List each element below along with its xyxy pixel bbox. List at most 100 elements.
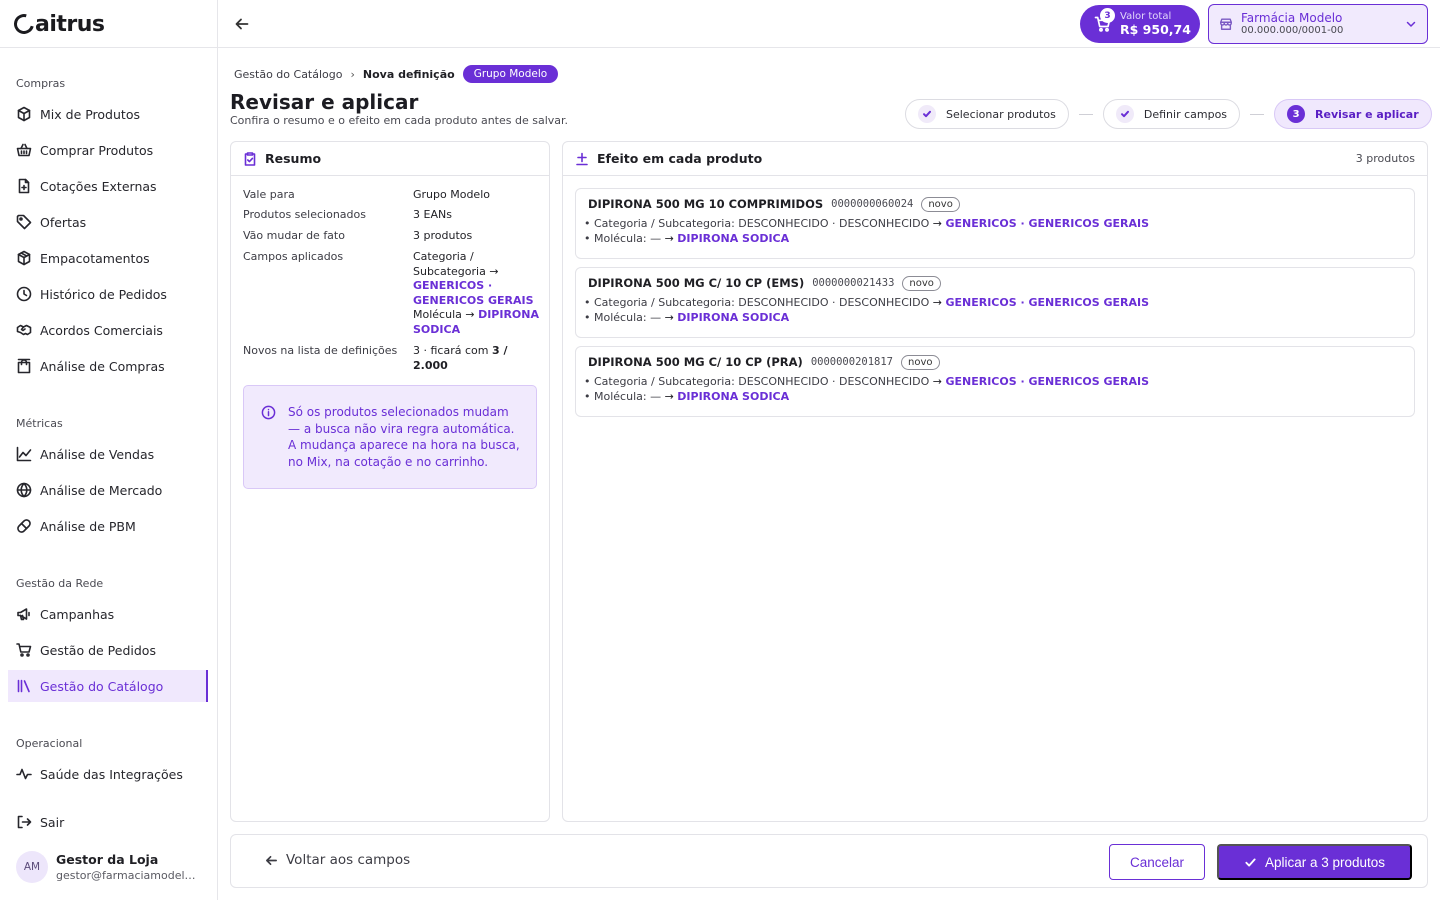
- product-card: DIPIRONA 500 MG 10 COMPRIMIDOS 000000006…: [575, 188, 1415, 259]
- field-category-label: Categoria / Subcategoria →: [413, 250, 499, 278]
- summary-key: Novos na lista de definições: [243, 344, 398, 357]
- logo-text: aitrus: [35, 11, 105, 37]
- user-profile[interactable]: AM Gestor da Loja gestor@farmaciamodelo.…: [16, 851, 198, 883]
- category-new: GENERICOS · GENERICOS GERAIS: [945, 296, 1150, 309]
- breadcrumb: Gestão do Catálogo › Nova definição Grup…: [234, 64, 559, 84]
- sidebar-item-label: Gestão de Pedidos: [40, 642, 156, 658]
- back-button[interactable]: [232, 14, 252, 34]
- summary-row-vao-mudar: Vão mudar de fato 3 produtos: [243, 229, 539, 244]
- sidebar-item-saude-das-integracoes[interactable]: Saúde das Integrações: [8, 758, 208, 790]
- sidebar-item-label: Saúde das Integrações: [40, 766, 183, 782]
- back-to-fields-label: Voltar aos campos: [286, 852, 411, 868]
- step-number: 3: [1287, 105, 1306, 123]
- logo-mark-icon: [10, 10, 38, 38]
- back-to-fields-button[interactable]: Voltar aos campos: [265, 852, 410, 868]
- topbar: 3 Valor total R$ 950,74 Farmácia Modelo …: [218, 0, 1440, 48]
- aitrus-logo[interactable]: aitrus: [10, 10, 105, 38]
- sidebar-item-label: Comprar Produtos: [40, 142, 154, 158]
- step-label: Definir campos: [1143, 107, 1228, 121]
- arrow-right-icon: →: [932, 375, 942, 388]
- breadcrumb-current: Nova definição: [362, 67, 455, 81]
- sidebar-item-comprar-produtos[interactable]: Comprar Produtos: [8, 134, 208, 166]
- sidebar-item-campanhas[interactable]: Campanhas: [8, 598, 208, 630]
- arrow-right-icon: →: [932, 296, 942, 309]
- info-notice: Só os produtos selecionados mudam — a bu…: [243, 385, 537, 489]
- apply-button[interactable]: Aplicar a 3 produtos: [1217, 844, 1412, 880]
- breadcrumb-parent[interactable]: Gestão do Catálogo: [234, 68, 343, 81]
- step-label: Selecionar produtos: [946, 107, 1056, 121]
- summary-value: 3 produtos: [413, 229, 473, 242]
- sidebar-item-mix-de-produtos[interactable]: Mix de Produtos: [8, 98, 208, 130]
- sidebar-item-label: Gestão do Catálogo: [40, 678, 164, 694]
- action-footer: Voltar aos campos Cancelar Aplicar a 3 p…: [230, 834, 1428, 888]
- check-icon: [1245, 858, 1256, 866]
- molecule-new: DIPIRONA SODICA: [677, 390, 790, 403]
- cart-icon: [16, 642, 32, 658]
- basket-icon: [16, 142, 32, 158]
- store-selector[interactable]: Farmácia Modelo 00.000.000/0001-00: [1208, 4, 1428, 44]
- sidebar-item-label: Análise de Vendas: [40, 446, 155, 462]
- summary-key: Campos aplicados: [243, 250, 344, 263]
- group-pill: Grupo Modelo: [462, 65, 559, 83]
- activity-icon: [16, 766, 32, 782]
- sidebar-item-analise-de-compras[interactable]: Análise de Compras: [8, 350, 208, 382]
- category-new: GENERICOS · GENERICOS GERAIS: [945, 375, 1150, 388]
- product-ean: 0000000060024: [831, 198, 914, 210]
- page-subtitle: Confira o resumo e o efeito em cada prod…: [230, 114, 569, 127]
- user-email: gestor@farmaciamodelo.com.br: [56, 869, 198, 882]
- summary-value: Categoria / Subcategoria → GENERICOS · G…: [413, 250, 539, 337]
- apply-label: Aplicar a 3 produtos: [1264, 854, 1386, 870]
- store-name: Farmácia Modelo: [1241, 10, 1343, 25]
- product-card: DIPIRONA 500 MG C/ 10 CP (EMS) 000000002…: [575, 267, 1415, 338]
- cart-count-badge: 3: [1100, 8, 1115, 23]
- arrow-left-icon: [266, 855, 277, 865]
- effect-panel: Efeito em cada produto 3 produtos DIPIRO…: [562, 141, 1428, 822]
- cancel-button[interactable]: Cancelar: [1109, 844, 1205, 880]
- effect-count: 3 produtos: [1355, 152, 1415, 165]
- logout-icon: [16, 814, 32, 830]
- product-status-badge: novo: [901, 354, 940, 370]
- product-category-change: Categoria / Subcategoria: DESCONHECIDO ·…: [584, 217, 1402, 230]
- summary-key: Vão mudar de fato: [243, 229, 345, 242]
- category-new: GENERICOS · GENERICOS GERAIS: [945, 217, 1150, 230]
- category-old: Categoria / Subcategoria: DESCONHECIDO ·…: [594, 296, 930, 309]
- sidebar-item-label: Acordos Comerciais: [40, 322, 163, 338]
- clock-icon: [16, 286, 32, 302]
- sidebar-item-cotacoes-externas[interactable]: Cotações Externas: [8, 170, 208, 202]
- avatar: AM: [16, 851, 48, 883]
- sidebar-item-empacotamentos[interactable]: Empacotamentos: [8, 242, 208, 274]
- sidebar-item-label: Ofertas: [40, 214, 87, 230]
- sidebar-item-sair[interactable]: Sair: [8, 806, 208, 838]
- sidebar-item-label: Sair: [40, 814, 65, 830]
- cart-total-label: Valor total: [1120, 11, 1172, 23]
- arrow-right-icon: →: [932, 217, 942, 230]
- sidebar-item-gestao-do-catalogo[interactable]: Gestão do Catálogo: [8, 670, 208, 702]
- sidebar-item-analise-de-vendas[interactable]: Análise de Vendas: [8, 438, 208, 470]
- product-card: DIPIRONA 500 MG C/ 10 CP (PRA) 000000020…: [575, 346, 1415, 417]
- sidebar-item-acordos-comerciais[interactable]: Acordos Comerciais: [8, 314, 208, 346]
- chevron-down-icon: [1405, 18, 1417, 33]
- sidebar-item-gestao-de-pedidos[interactable]: Gestão de Pedidos: [8, 634, 208, 666]
- product-status-badge: novo: [902, 275, 941, 291]
- sidebar-item-label: Cotações Externas: [40, 178, 157, 194]
- product-category-change: Categoria / Subcategoria: DESCONHECIDO ·…: [584, 375, 1402, 388]
- product-name: DIPIRONA 500 MG 10 COMPRIMIDOS: [588, 197, 824, 211]
- product-name: DIPIRONA 500 MG C/ 10 CP (EMS): [588, 276, 805, 290]
- arrow-right-icon: →: [664, 232, 674, 245]
- step-definir-campos[interactable]: Definir campos: [1102, 99, 1241, 129]
- step-selecionar-produtos[interactable]: Selecionar produtos: [905, 99, 1069, 129]
- product-molecule-change: Molécula: — → DIPIRONA SODICA: [584, 390, 1402, 403]
- step-revisar-e-aplicar[interactable]: 3 Revisar e aplicar: [1274, 99, 1432, 129]
- cart-button[interactable]: 3 Valor total R$ 950,74: [1080, 5, 1200, 43]
- sidebar-item-analise-de-pbm[interactable]: Análise de PBM: [8, 510, 208, 542]
- pill-icon: [16, 518, 32, 534]
- sidebar-item-historico-de-pedidos[interactable]: Histórico de Pedidos: [8, 278, 208, 310]
- section-label-operacional: Operacional: [16, 737, 83, 750]
- sidebar-item-ofertas[interactable]: Ofertas: [8, 206, 208, 238]
- section-label-compras: Compras: [16, 77, 66, 90]
- globe-icon: [16, 482, 32, 498]
- sidebar-item-label: Mix de Produtos: [40, 106, 140, 122]
- product-molecule-change: Molécula: — → DIPIRONA SODICA: [584, 232, 1402, 245]
- box-icon: [16, 106, 32, 122]
- sidebar-item-analise-de-mercado[interactable]: Análise de Mercado: [8, 474, 208, 506]
